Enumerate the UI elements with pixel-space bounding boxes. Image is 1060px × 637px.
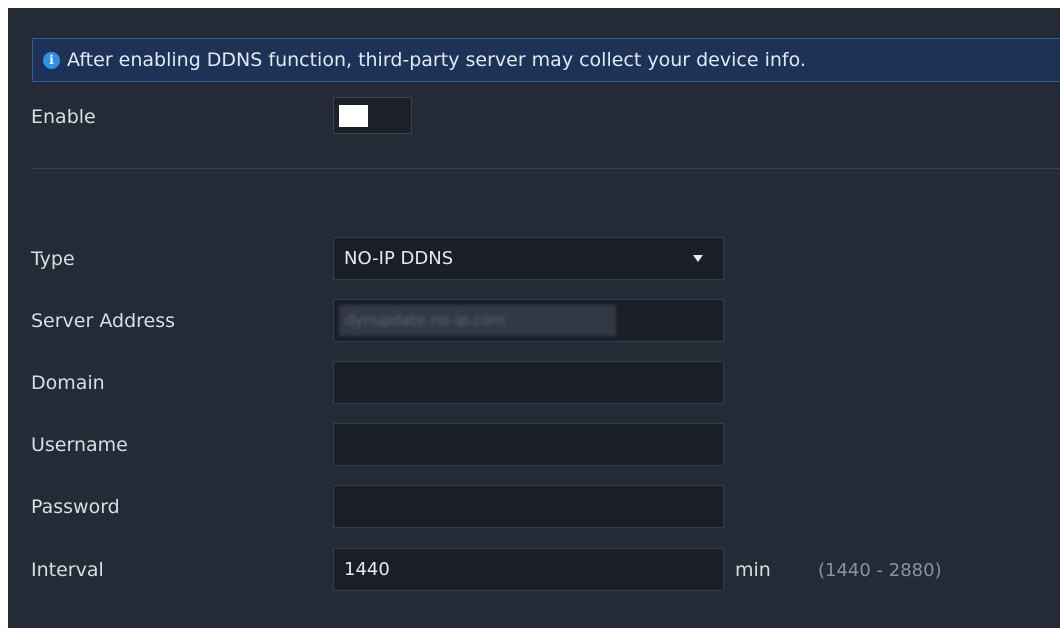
server-address-label: Server Address: [31, 310, 176, 332]
chevron-down-icon: [693, 255, 703, 262]
info-icon: i: [43, 51, 60, 69]
type-label: Type: [31, 248, 75, 270]
type-select-value: NO-IP DDNS: [344, 248, 454, 269]
interval-unit: min: [735, 559, 771, 581]
password-label: Password: [31, 496, 120, 518]
domain-field[interactable]: [333, 361, 724, 404]
enable-label: Enable: [31, 106, 96, 128]
username-field[interactable]: [333, 423, 724, 466]
server-address-field[interactable]: dynupdate.no-ip.com: [333, 299, 724, 342]
ddns-notice-banner: i After enabling DDNS function, third-pa…: [32, 38, 1060, 82]
password-field[interactable]: [333, 485, 724, 528]
interval-range-hint: (1440 - 2880): [818, 560, 942, 581]
server-address-value: dynupdate.no-ip.com: [339, 305, 616, 336]
interval-label: Interval: [31, 559, 104, 581]
notice-text: After enabling DDNS function, third-part…: [67, 49, 806, 71]
ddns-settings-panel: i After enabling DDNS function, third-pa…: [8, 8, 1060, 628]
toggle-knob: [339, 105, 368, 127]
interval-value: 1440: [344, 559, 390, 580]
section-divider: [32, 168, 1060, 169]
domain-label: Domain: [31, 372, 105, 394]
type-select[interactable]: NO-IP DDNS: [333, 237, 724, 280]
interval-field[interactable]: 1440: [333, 548, 724, 591]
username-label: Username: [31, 434, 128, 456]
enable-toggle[interactable]: [333, 97, 412, 134]
